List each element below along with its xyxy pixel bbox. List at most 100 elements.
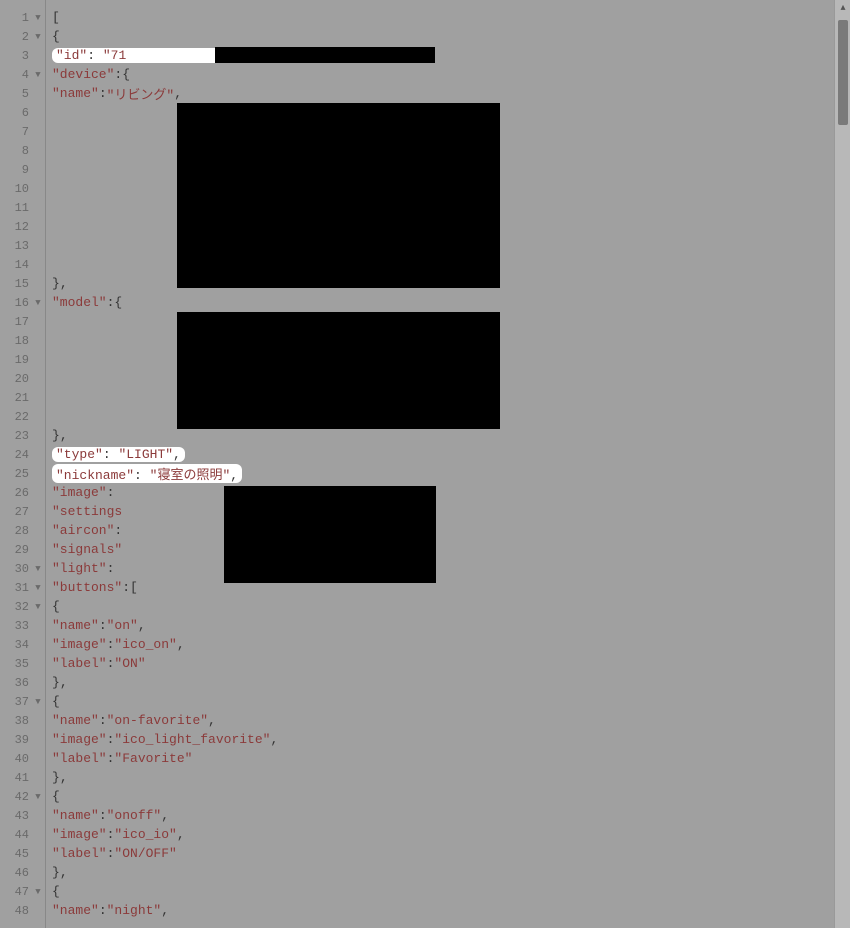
line-number: 17 [0, 312, 45, 331]
code-line[interactable]: { [52, 882, 850, 901]
line-number: 7 [0, 122, 45, 141]
code-line[interactable]: "light": [52, 559, 850, 578]
code-line[interactable]: "signals" [52, 540, 850, 559]
code-line[interactable]: "model": { [52, 293, 850, 312]
scroll-up-button[interactable]: ▴ [835, 0, 850, 16]
line-number: 11 [0, 198, 45, 217]
line-number: 1▼ [0, 8, 45, 27]
code-content-area[interactable]: [ { "id": "71 8d", "device": { "name": "… [46, 0, 850, 928]
fold-toggle-icon[interactable]: ▼ [33, 298, 43, 308]
line-number-text: 32 [15, 600, 33, 614]
code-line[interactable]: "aircon": [52, 521, 850, 540]
line-number-text: 21 [15, 391, 33, 405]
code-line[interactable]: { [52, 692, 850, 711]
line-number: 38 [0, 711, 45, 730]
line-number-text: 31 [15, 581, 33, 595]
line-number-text: 28 [15, 524, 33, 538]
line-number: 31▼ [0, 578, 45, 597]
line-number: 36 [0, 673, 45, 692]
fold-toggle-icon[interactable]: ▼ [33, 564, 43, 574]
code-line[interactable]: "type": "LIGHT", [52, 445, 850, 464]
fold-toggle-icon[interactable]: ▼ [33, 602, 43, 612]
code-line[interactable]: "image": "ico_light_favorite", [52, 730, 850, 749]
line-number: 35 [0, 654, 45, 673]
fold-toggle-icon[interactable]: ▼ [33, 697, 43, 707]
line-number: 40 [0, 749, 45, 768]
highlighted-text: "nickname": "寝室の照明", [52, 464, 242, 483]
line-number-text: 10 [15, 182, 33, 196]
code-line[interactable]: "image": "ico_on", [52, 635, 850, 654]
code-line[interactable]: { [52, 597, 850, 616]
line-number: 3 [0, 46, 45, 65]
code-line[interactable]: "buttons": [ [52, 578, 850, 597]
line-number-text: 3 [22, 49, 33, 63]
line-number-text: 34 [15, 638, 33, 652]
line-number-text: 40 [15, 752, 33, 766]
code-line[interactable]: "name": "onoff", [52, 806, 850, 825]
fold-toggle-icon[interactable]: ▼ [33, 32, 43, 42]
line-number: 27 [0, 502, 45, 521]
line-number: 37▼ [0, 692, 45, 711]
highlighted-text: "type": "LIGHT", [52, 447, 185, 462]
line-number-text: 38 [15, 714, 33, 728]
line-number: 12 [0, 217, 45, 236]
code-line[interactable]: "name": "on", [52, 616, 850, 635]
line-number: 46 [0, 863, 45, 882]
code-line[interactable]: "settings [52, 502, 850, 521]
code-line[interactable]: "image": [52, 483, 850, 502]
code-line[interactable]: }, [52, 673, 850, 692]
line-number-gutter: 1▼2▼34▼5678910111213141516▼1718192021222… [0, 0, 46, 928]
code-line[interactable]: { [52, 787, 850, 806]
fold-toggle-icon[interactable]: ▼ [33, 583, 43, 593]
line-number-text: 7 [22, 125, 33, 139]
fold-toggle-icon[interactable]: ▼ [33, 70, 43, 80]
vertical-scrollbar[interactable]: ▴ [834, 0, 850, 928]
fold-toggle-icon[interactable]: ▼ [33, 13, 43, 23]
line-number-text: 11 [15, 201, 33, 215]
code-line[interactable]: "label": "Favorite" [52, 749, 850, 768]
line-number: 19 [0, 350, 45, 369]
line-number: 42▼ [0, 787, 45, 806]
line-number: 33 [0, 616, 45, 635]
code-line[interactable]: }, [52, 768, 850, 787]
line-number-text: 43 [15, 809, 33, 823]
code-line[interactable]: "label": "ON" [52, 654, 850, 673]
line-number: 29 [0, 540, 45, 559]
code-editor: 1▼2▼34▼5678910111213141516▼1718192021222… [0, 0, 850, 928]
line-number-text: 16 [15, 296, 33, 310]
line-number: 6 [0, 103, 45, 122]
code-line[interactable]: "name": "リビング", [52, 84, 850, 103]
code-line[interactable]: "label": "ON/OFF" [52, 844, 850, 863]
code-line[interactable]: }, [52, 863, 850, 882]
line-number: 23 [0, 426, 45, 445]
redaction-block [177, 312, 500, 429]
redaction-block [224, 486, 436, 583]
fold-toggle-icon[interactable]: ▼ [33, 792, 43, 802]
line-number-text: 26 [15, 486, 33, 500]
line-number-text: 35 [15, 657, 33, 671]
code-line[interactable]: { [52, 27, 850, 46]
code-line[interactable]: "image": "ico_io", [52, 825, 850, 844]
code-line[interactable]: "name": "on-favorite", [52, 711, 850, 730]
line-number-text: 13 [15, 239, 33, 253]
line-number: 8 [0, 141, 45, 160]
line-number: 4▼ [0, 65, 45, 84]
scrollbar-thumb[interactable] [838, 20, 848, 125]
line-number-text: 41 [15, 771, 33, 785]
line-number: 41 [0, 768, 45, 787]
line-number: 16▼ [0, 293, 45, 312]
line-number-text: 17 [15, 315, 33, 329]
code-line[interactable]: "id": "71 8d", [52, 46, 850, 65]
line-number-text: 14 [15, 258, 33, 272]
line-number: 28 [0, 521, 45, 540]
code-line[interactable]: "device": { [52, 65, 850, 84]
code-line[interactable]: [ [52, 8, 850, 27]
line-number: 48 [0, 901, 45, 920]
fold-toggle-icon[interactable]: ▼ [33, 887, 43, 897]
code-line[interactable]: "nickname": "寝室の照明", [52, 464, 850, 483]
line-number-text: 2 [22, 30, 33, 44]
line-number-text: 46 [15, 866, 33, 880]
line-number: 21 [0, 388, 45, 407]
code-line[interactable]: "name": "night", [52, 901, 850, 920]
line-number: 10 [0, 179, 45, 198]
